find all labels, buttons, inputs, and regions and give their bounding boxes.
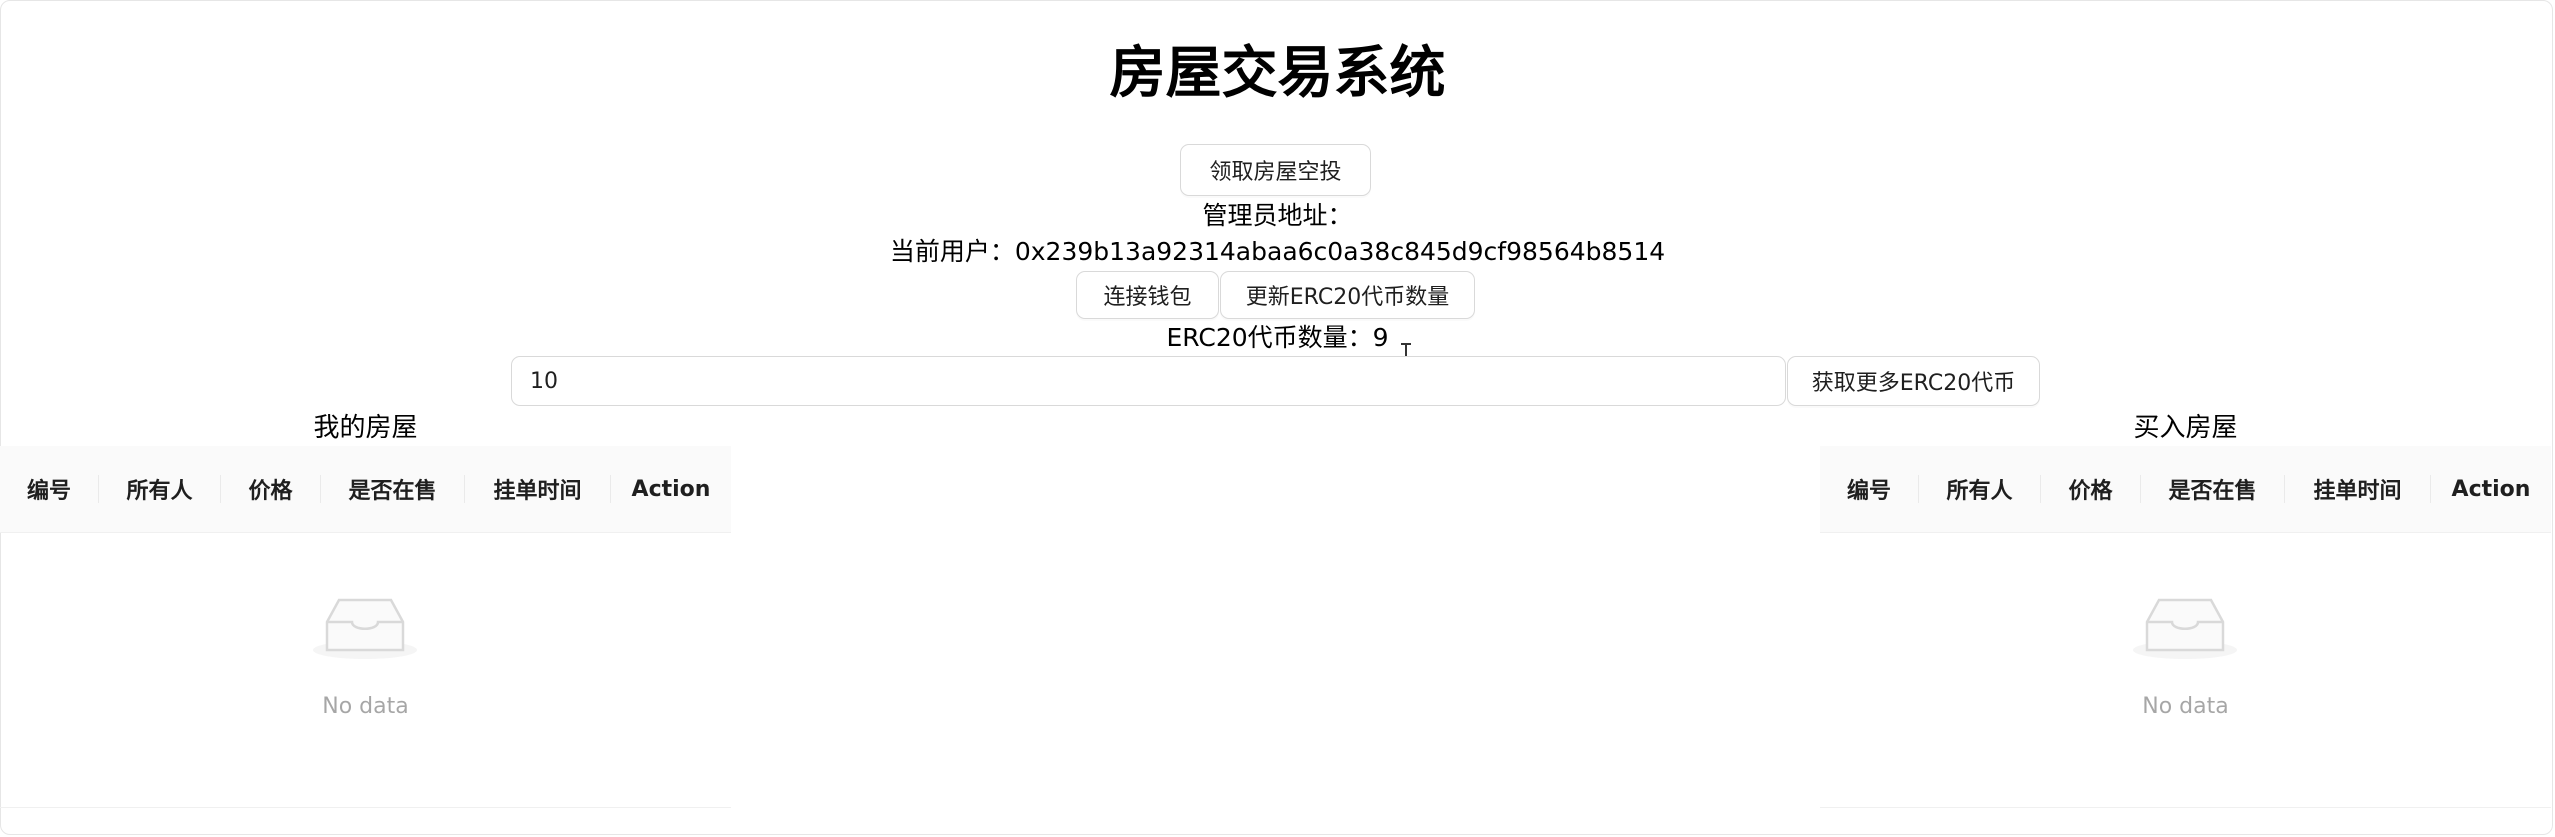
my-houses-empty-state: No data <box>0 532 731 808</box>
column-header-on-sale[interactable]: 是否在售 <box>321 446 464 532</box>
current-user-label: 当前用户： <box>889 237 1015 266</box>
admin-address-line: 管理员地址： <box>0 199 2555 233</box>
get-more-erc20-button[interactable]: 获取更多ERC20代币 <box>1787 356 2040 406</box>
erc20-balance-label: ERC20代币数量： <box>1166 323 1373 352</box>
column-header-action[interactable]: Action <box>611 446 731 532</box>
inbox-empty-icon <box>2133 598 2237 659</box>
erc20-balance-line: ERC20代币数量：9 <box>0 321 2555 355</box>
my-houses-empty-text: No data <box>322 694 409 719</box>
column-header-id[interactable]: 编号 <box>0 446 98 532</box>
admin-address-label: 管理员地址： <box>1202 201 1353 230</box>
buy-houses-title: 买入房屋 <box>2133 413 2238 443</box>
buy-houses-empty-state: No data <box>1820 532 2551 808</box>
buy-houses-empty-text: No data <box>2142 694 2229 719</box>
column-header-list-time[interactable]: 挂单时间 <box>2285 446 2430 532</box>
connect-wallet-button[interactable]: 连接钱包 <box>1076 271 1219 319</box>
my-houses-table-header: 编号 所有人 价格 是否在售 挂单时间 Action <box>0 446 731 533</box>
my-houses-table: 编号 所有人 价格 是否在售 挂单时间 Action No data <box>0 446 731 808</box>
column-header-owner[interactable]: 所有人 <box>1919 446 2040 532</box>
current-user-address: 0x239b13a92314abaa6c0a38c845d9cf98564b85… <box>1014 237 1666 266</box>
column-header-on-sale[interactable]: 是否在售 <box>2141 446 2284 532</box>
inbox-empty-icon <box>313 598 417 659</box>
my-houses-title: 我的房屋 <box>313 413 418 443</box>
claim-airdrop-button[interactable]: 领取房屋空投 <box>1180 144 1371 196</box>
column-header-id[interactable]: 编号 <box>1820 446 1918 532</box>
column-header-list-time[interactable]: 挂单时间 <box>465 446 610 532</box>
column-header-price[interactable]: 价格 <box>221 446 320 532</box>
column-header-price[interactable]: 价格 <box>2041 446 2140 532</box>
buy-houses-table-header: 编号 所有人 价格 是否在售 挂单时间 Action <box>1820 446 2551 533</box>
column-header-action[interactable]: Action <box>2431 446 2551 532</box>
erc20-amount-input[interactable]: 10 <box>511 356 1786 406</box>
erc20-balance-value: 9 <box>1372 323 1389 352</box>
page-title: 房屋交易系统 <box>1109 41 1446 106</box>
buy-houses-table: 编号 所有人 价格 是否在售 挂单时间 Action No data <box>1820 446 2551 808</box>
current-user-line: 当前用户：0x239b13a92314abaa6c0a38c845d9cf985… <box>0 235 2555 269</box>
erc20-amount-input-value: 10 <box>530 368 558 394</box>
update-erc20-button[interactable]: 更新ERC20代币数量 <box>1220 271 1475 319</box>
column-header-owner[interactable]: 所有人 <box>99 446 220 532</box>
